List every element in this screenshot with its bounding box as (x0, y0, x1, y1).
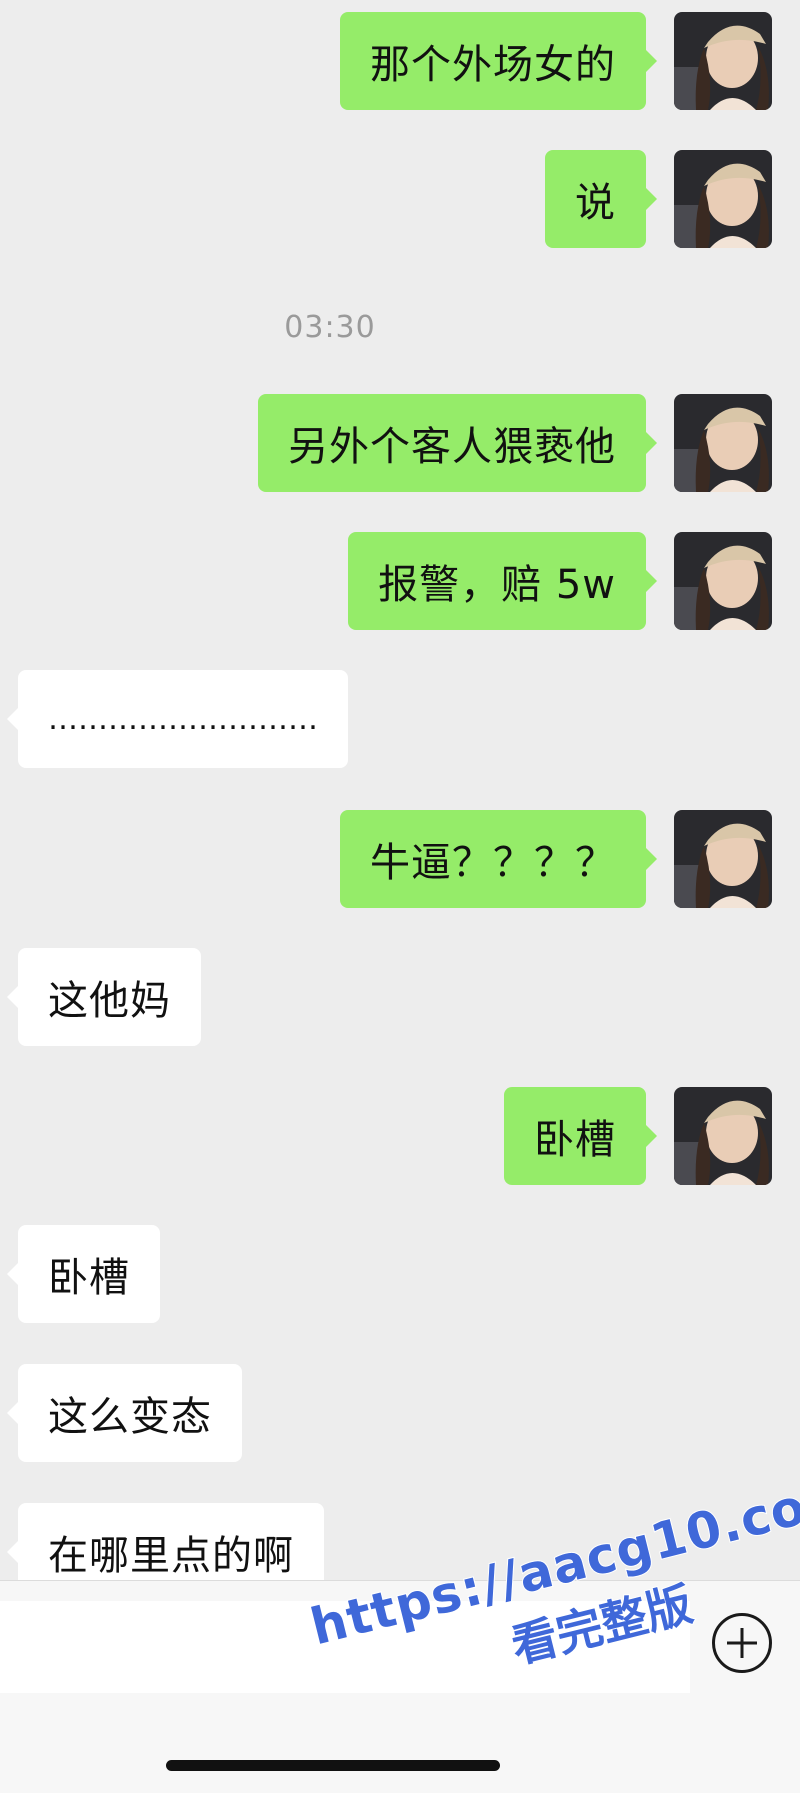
outgoing-message: 卧槽 (0, 1087, 800, 1185)
message-input[interactable] (0, 1601, 690, 1693)
message-bubble[interactable]: 牛逼？？？？ (340, 810, 657, 908)
outgoing-message: 报警，赔 5w (0, 532, 800, 630)
avatar[interactable] (674, 12, 772, 110)
incoming-message: ……………………… (0, 670, 800, 768)
message-bubble[interactable]: 另外个客人猥亵他 (258, 394, 657, 492)
incoming-message: 这他妈 (0, 948, 800, 1046)
message-bubble[interactable]: 那个外场女的 (340, 12, 657, 110)
message-bubble[interactable]: 说 (545, 150, 657, 248)
incoming-message: 在哪里点的啊 (0, 1503, 800, 1580)
outgoing-message: 牛逼？？？？ (0, 810, 800, 908)
plus-circle-icon[interactable] (712, 1613, 772, 1673)
message-bubble[interactable]: 卧槽 (504, 1087, 657, 1185)
message-bubble[interactable]: ……………………… (7, 670, 348, 768)
chat-message-list[interactable]: 那个外场女的 说 03:30 另外个客人猥亵他 报警，赔 5w ……………………… (0, 0, 800, 1580)
avatar[interactable] (674, 150, 772, 248)
avatar[interactable] (674, 1087, 772, 1185)
message-bubble[interactable]: 卧槽 (7, 1225, 160, 1323)
message-bubble[interactable]: 这么变态 (7, 1364, 242, 1462)
outgoing-message: 另外个客人猥亵他 (0, 394, 800, 492)
avatar[interactable] (674, 810, 772, 908)
incoming-message: 这么变态 (0, 1364, 800, 1462)
timestamp: 03:30 (284, 310, 376, 345)
outgoing-message: 那个外场女的 (0, 12, 800, 110)
message-bubble[interactable]: 报警，赔 5w (348, 532, 657, 630)
message-bubble[interactable]: 在哪里点的啊 (7, 1503, 324, 1580)
avatar[interactable] (674, 532, 772, 630)
avatar[interactable] (674, 394, 772, 492)
message-bubble[interactable]: 这他妈 (7, 948, 201, 1046)
outgoing-message: 说 (0, 150, 800, 248)
incoming-message: 卧槽 (0, 1225, 800, 1323)
home-indicator[interactable] (166, 1760, 500, 1771)
